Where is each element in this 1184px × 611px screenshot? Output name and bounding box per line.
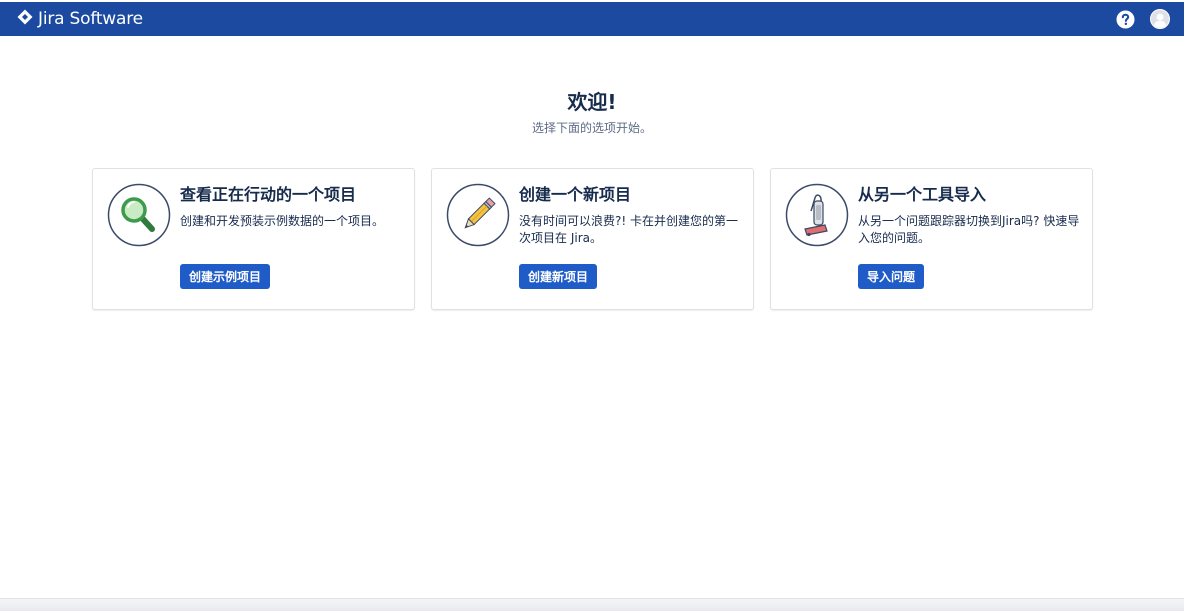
- magnifier-icon: [107, 183, 171, 247]
- bottom-edge: [0, 598, 1184, 611]
- card-new-project: 创建一个新项目 没有时间可以浪费?! 卡在并创建您的第一次项目在 Jira。 创…: [431, 168, 754, 310]
- create-sample-project-button[interactable]: 创建示例项目: [180, 264, 271, 289]
- card-description: 从另一个问题跟踪器切换到Jira吗? 快速导入您的问题。: [858, 214, 1080, 245]
- card-description: 没有时间可以浪费?! 卡在并创建您的第一次项目在 Jira。: [519, 214, 738, 245]
- option-cards: 查看正在行动的一个项目 创建和开发预装示例数据的一个项目。 创建示例项目 创建一…: [92, 168, 1094, 310]
- app-name: Jira Software: [38, 9, 143, 29]
- welcome-subtitle: 选择下面的选项开始。: [531, 121, 652, 135]
- import-issues-button[interactable]: 导入问题: [858, 264, 925, 289]
- create-new-project-button[interactable]: 创建新项目: [519, 264, 598, 289]
- card-title: 从另一个工具导入: [858, 185, 987, 204]
- help-icon: [1115, 9, 1135, 29]
- jira-logo[interactable]: Jira Software: [17, 9, 143, 29]
- welcome-title: 欢迎!: [567, 90, 617, 114]
- pencil-icon: [446, 183, 510, 247]
- profile-avatar-button[interactable]: [1150, 9, 1170, 29]
- avatar-icon: [1150, 9, 1170, 29]
- card-description: 创建和开发预装示例数据的一个项目。: [180, 214, 385, 228]
- vacuum-icon: [785, 183, 849, 247]
- card-sample-project: 查看正在行动的一个项目 创建和开发预装示例数据的一个项目。 创建示例项目: [92, 168, 415, 310]
- top-navigation-bar: Jira Software: [0, 2, 1184, 36]
- card-title: 查看正在行动的一个项目: [180, 185, 357, 204]
- jira-logo-icon: [17, 9, 33, 29]
- card-import: 从另一个工具导入 从另一个问题跟踪器切换到Jira吗? 快速导入您的问题。 导入…: [770, 168, 1093, 310]
- card-title: 创建一个新项目: [519, 185, 632, 204]
- help-button[interactable]: [1115, 9, 1135, 29]
